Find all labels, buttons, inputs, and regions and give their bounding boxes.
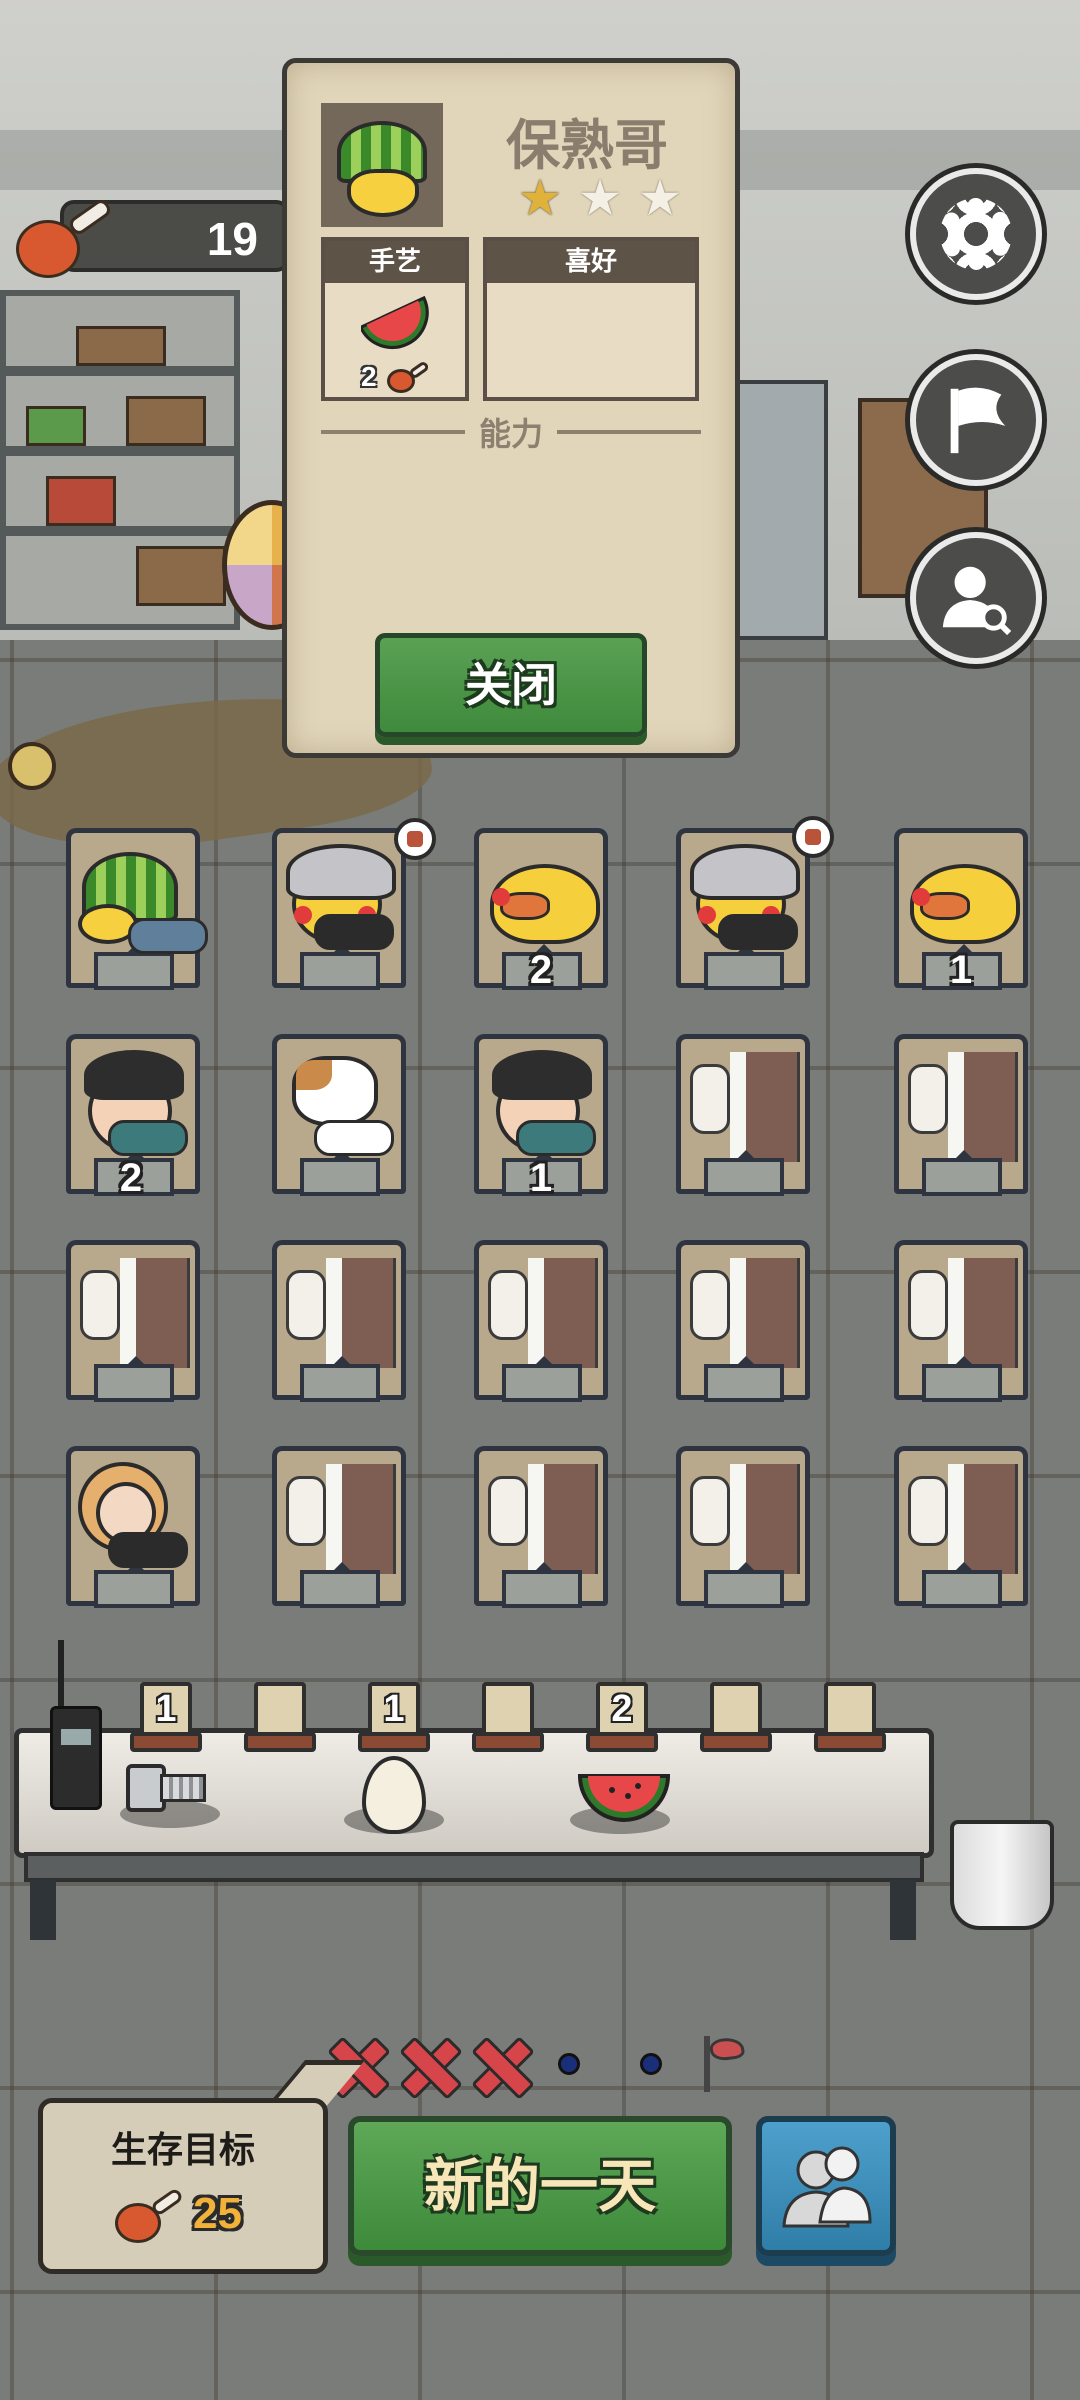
preference-tab-label: 喜好	[487, 241, 695, 283]
people-button[interactable]	[756, 2116, 896, 2256]
slot-count: 1	[155, 1688, 177, 1730]
flag-icon	[950, 387, 1006, 454]
character-avatar	[321, 103, 443, 227]
bed-r4c1[interactable]	[58, 1446, 208, 1616]
yellow-duck-character[interactable]	[486, 844, 600, 956]
star-empty-icon: ★	[637, 169, 683, 227]
star-filled-icon: ★	[517, 169, 563, 227]
bolt-icon[interactable]	[126, 1760, 206, 1820]
gear-icon	[940, 198, 1012, 270]
flag-button[interactable]	[910, 354, 1042, 486]
failed-day-x-icon	[400, 2036, 456, 2092]
day-progress	[328, 2035, 746, 2092]
bed-r1c2[interactable]	[264, 818, 436, 998]
calico-cat-character[interactable]	[284, 1050, 396, 1162]
bed-count-r1c3: 2	[529, 948, 553, 992]
blonde-girl-character[interactable]	[78, 1462, 190, 1574]
meat-drumstick-icon	[16, 184, 116, 284]
item-slot-6[interactable]	[700, 1682, 772, 1752]
bed-r2c2[interactable]	[264, 1034, 414, 1204]
meat-drumstick-icon	[387, 357, 431, 397]
thought-bubble-icon	[792, 816, 834, 858]
bed-r1c4[interactable]	[668, 816, 834, 998]
bed-r1c1[interactable]	[58, 828, 208, 998]
character-popup: 保熟哥 ★ ★ ★ 手艺 2 喜好 能力 关闭	[282, 58, 740, 758]
craft-tab-label: 手艺	[325, 241, 465, 283]
table-leg	[890, 1880, 916, 1940]
survival-goal-card: 生存目标 25	[38, 2098, 328, 2274]
yellow-duck-character[interactable]	[906, 844, 1020, 956]
failed-day-x-icon	[472, 2036, 528, 2092]
ability-label: 能力	[479, 415, 544, 453]
thought-bubble-icon	[394, 818, 436, 860]
food-count: 19	[206, 213, 258, 265]
watermelon-icon[interactable]	[361, 291, 437, 363]
craft-panel: 手艺 2	[321, 237, 469, 401]
item-slot-2[interactable]	[244, 1682, 316, 1752]
radiation-icon	[8, 742, 56, 790]
red-flag-icon	[698, 2035, 746, 2092]
glasses-man-character[interactable]	[486, 1050, 598, 1162]
star-empty-icon: ★	[577, 169, 623, 227]
bed-count-r1c5: 1	[949, 948, 973, 992]
item-slot-1[interactable]: 1	[130, 1682, 202, 1752]
craft-cost: 2	[361, 361, 377, 392]
gray-hair-duck-character[interactable]	[284, 844, 396, 956]
storage-shelf	[0, 290, 240, 630]
item-slot-5[interactable]: 2	[586, 1682, 658, 1752]
item-slot-3[interactable]: 1	[358, 1682, 430, 1752]
bucket-icon	[950, 1820, 1054, 1930]
slot-count: 2	[611, 1688, 633, 1730]
bed-r3c4[interactable]	[668, 1240, 818, 1410]
item-slot-7[interactable]	[814, 1682, 886, 1752]
watermelon-icon[interactable]	[576, 1756, 672, 1836]
meat-drumstick-icon	[115, 2181, 185, 2251]
pending-day-dot-icon	[640, 2053, 662, 2075]
table-edge	[24, 1852, 924, 1882]
bed-count-r2c3: 1	[529, 1156, 553, 1200]
star-rating: ★ ★ ★	[515, 173, 685, 223]
person-search-icon	[942, 566, 1012, 636]
bed-r4c3[interactable]	[466, 1446, 616, 1616]
close-button[interactable]: 关闭	[375, 633, 647, 737]
settings-button[interactable]	[910, 168, 1042, 300]
bed-count-r2c1: 2	[119, 1156, 143, 1200]
profile-search-button[interactable]	[910, 532, 1042, 664]
item-slot-4[interactable]	[472, 1682, 544, 1752]
bed-r3c5[interactable]	[886, 1240, 1036, 1410]
slot-count: 1	[383, 1688, 405, 1730]
bed-r2c4[interactable]	[668, 1034, 818, 1204]
people-icon	[782, 2146, 872, 2228]
bed-r3c1[interactable]	[58, 1240, 208, 1410]
watermelon-head-character[interactable]	[78, 844, 208, 956]
goal-title: 生存目标	[110, 2130, 255, 2171]
table-leg	[30, 1880, 56, 1940]
bed-r3c2[interactable]	[264, 1240, 414, 1410]
bed-r3c3[interactable]	[466, 1240, 616, 1410]
bed-r4c4[interactable]	[668, 1446, 818, 1616]
pending-day-dot-icon	[558, 2053, 580, 2075]
preference-panel: 喜好	[483, 237, 699, 401]
bed-r4c5[interactable]	[886, 1446, 1036, 1616]
glasses-man-character[interactable]	[78, 1050, 190, 1162]
new-day-button[interactable]: 新的一天	[348, 2116, 732, 2256]
goal-value: 25	[193, 2189, 242, 2238]
bed-r2c5[interactable]	[886, 1034, 1036, 1204]
game-scene: 19 2 1 2 1 1 1 2 保熟哥 ★ ★ ★ 手艺 2 喜好 能力 关闭…	[0, 0, 1080, 2400]
ability-divider: 能力	[321, 409, 702, 455]
walkie-talkie-icon[interactable]	[50, 1640, 102, 1810]
gray-hair-duck-character[interactable]	[688, 844, 800, 956]
medical-cabinet	[736, 380, 828, 640]
bed-r4c2[interactable]	[264, 1446, 414, 1616]
